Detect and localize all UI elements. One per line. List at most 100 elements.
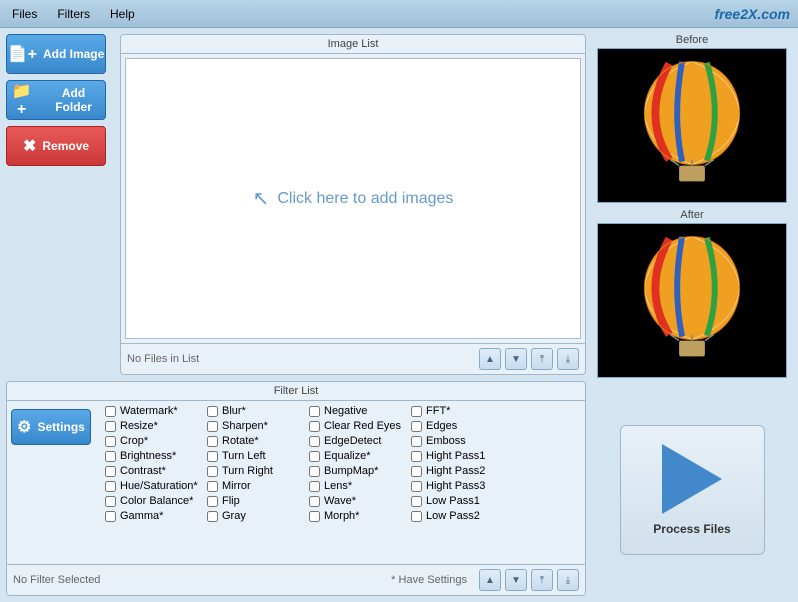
list-down-button[interactable]: ▼	[505, 348, 527, 370]
filter-label: Flip	[222, 495, 240, 507]
process-button-section: Process Files	[592, 384, 792, 596]
filter-col-1: Watermark*Resize*Crop*Brightness*Contras…	[105, 405, 205, 560]
settings-button[interactable]: ⚙ Settings	[11, 409, 91, 445]
filter-checkbox[interactable]	[411, 466, 422, 477]
filter-checkbox[interactable]	[207, 451, 218, 462]
filter-checkbox[interactable]	[105, 451, 116, 462]
before-preview-section: Before	[592, 34, 792, 203]
filter-item: Hight Pass3	[411, 480, 511, 492]
filter-top-button[interactable]: ⤒	[531, 569, 553, 591]
filter-down-button[interactable]: ▼	[505, 569, 527, 591]
list-top-button[interactable]: ⤒	[531, 348, 553, 370]
filter-up-button[interactable]: ▲	[479, 569, 501, 591]
filter-checkbox[interactable]	[309, 406, 320, 417]
filter-item: Sharpen*	[207, 420, 307, 432]
filter-label: BumpMap*	[324, 465, 378, 477]
filter-item: EdgeDetect	[309, 435, 409, 447]
filter-content: ⚙ Settings Watermark*Resize*Crop*Brightn…	[7, 401, 585, 564]
filter-label: Turn Left	[222, 450, 266, 462]
filter-item: Brightness*	[105, 450, 205, 462]
filter-col-2: Blur*Sharpen*Rotate*Turn LeftTurn RightM…	[207, 405, 307, 560]
filter-checkbox[interactable]	[411, 436, 422, 447]
filter-checkbox[interactable]	[207, 421, 218, 432]
filter-checkbox[interactable]	[105, 406, 116, 417]
filter-checkbox[interactable]	[207, 466, 218, 477]
filter-label: Wave*	[324, 495, 356, 507]
process-arrow-icon	[662, 444, 722, 514]
filter-label: Emboss	[426, 435, 466, 447]
filter-item: Edges	[411, 420, 511, 432]
filter-item: Negative	[309, 405, 409, 417]
filter-item: Rotate*	[207, 435, 307, 447]
filter-item: Crop*	[105, 435, 205, 447]
filter-checkbox[interactable]	[411, 511, 422, 522]
filter-bottom-button[interactable]: ⤓	[557, 569, 579, 591]
image-list-title: Image List	[121, 35, 585, 54]
titlebar: Files Filters Help free2X.com	[0, 0, 798, 28]
filter-item: Hight Pass2	[411, 465, 511, 477]
filter-checkbox[interactable]	[309, 481, 320, 492]
filter-item: Emboss	[411, 435, 511, 447]
filter-checkbox[interactable]	[105, 466, 116, 477]
filter-label: Morph*	[324, 510, 359, 522]
filter-checkbox[interactable]	[411, 481, 422, 492]
process-files-button[interactable]: Process Files	[620, 425, 765, 555]
filter-item: Blur*	[207, 405, 307, 417]
filter-checkbox[interactable]	[207, 406, 218, 417]
filter-footer: No Filter Selected * Have Settings ▲ ▼ ⤒…	[7, 564, 585, 595]
filter-label: Edges	[426, 420, 457, 432]
filter-label: Lens*	[324, 480, 352, 492]
filter-label: Contrast*	[120, 465, 166, 477]
filter-checkbox[interactable]	[309, 496, 320, 507]
filter-checkbox[interactable]	[411, 451, 422, 462]
filter-checkbox[interactable]	[105, 421, 116, 432]
remove-button[interactable]: ✖ Remove	[6, 126, 106, 166]
filter-col-3: NegativeClear Red EyesEdgeDetectEqualize…	[309, 405, 409, 560]
main-area: 📄+ Add Image 📁+ Add Folder ✖ Remove Imag…	[0, 28, 798, 602]
filter-checkbox[interactable]	[309, 451, 320, 462]
filter-label: Equalize*	[324, 450, 370, 462]
filter-label: EdgeDetect	[324, 435, 381, 447]
filter-item: Turn Right	[207, 465, 307, 477]
filter-item: Watermark*	[105, 405, 205, 417]
no-files-label: No Files in List	[127, 353, 475, 365]
filter-checkbox[interactable]	[207, 481, 218, 492]
filter-item: Color Balance*	[105, 495, 205, 507]
filter-checkbox[interactable]	[207, 511, 218, 522]
filter-checkbox[interactable]	[207, 436, 218, 447]
menu-files[interactable]: Files	[8, 5, 41, 23]
filter-item: Lens*	[309, 480, 409, 492]
filter-checkbox[interactable]	[411, 496, 422, 507]
filter-item: Hue/Saturation*	[105, 480, 205, 492]
filter-item: BumpMap*	[309, 465, 409, 477]
filter-label: Blur*	[222, 405, 246, 417]
filter-checkbox[interactable]	[309, 421, 320, 432]
filter-checkbox[interactable]	[309, 466, 320, 477]
menu-filters[interactable]: Filters	[53, 5, 94, 23]
add-folder-button[interactable]: 📁+ Add Folder	[6, 80, 106, 120]
filter-label: Gamma*	[120, 510, 163, 522]
filter-checkbox[interactable]	[105, 481, 116, 492]
filter-checkbox[interactable]	[411, 421, 422, 432]
filter-checkbox[interactable]	[105, 496, 116, 507]
image-list-content[interactable]: ↖ Click here to add images	[125, 58, 581, 339]
before-label: Before	[676, 34, 708, 46]
filter-checkbox[interactable]	[309, 511, 320, 522]
image-list-footer: No Files in List ▲ ▼ ⤒ ⤓	[121, 343, 585, 374]
menu-help[interactable]: Help	[106, 5, 139, 23]
add-image-button[interactable]: 📄+ Add Image	[6, 34, 106, 74]
after-preview-section: After	[592, 209, 792, 378]
filter-label: Turn Right	[222, 465, 273, 477]
filter-item: Flip	[207, 495, 307, 507]
after-label: After	[680, 209, 703, 221]
image-list-section: Image List ↖ Click here to add images No…	[120, 34, 586, 375]
filter-checkbox[interactable]	[105, 511, 116, 522]
list-bottom-button[interactable]: ⤓	[557, 348, 579, 370]
filter-checkbox[interactable]	[309, 436, 320, 447]
filter-checkbox[interactable]	[105, 436, 116, 447]
filter-checkbox[interactable]	[411, 406, 422, 417]
list-up-button[interactable]: ▲	[479, 348, 501, 370]
filter-checkbox[interactable]	[207, 496, 218, 507]
add-folder-icon: 📁+	[7, 81, 36, 119]
filter-label: Gray	[222, 510, 246, 522]
